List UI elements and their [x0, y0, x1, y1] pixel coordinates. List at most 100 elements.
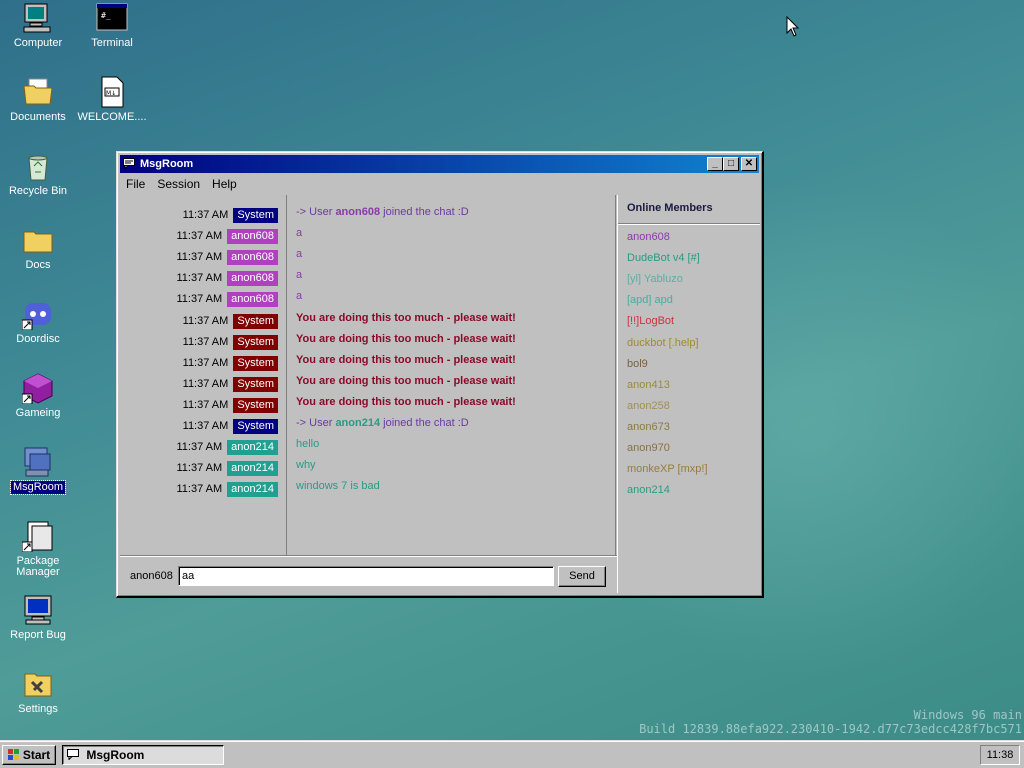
user-badge[interactable]: anon214	[227, 482, 278, 498]
menu-file[interactable]: File	[120, 175, 151, 193]
timestamp-column: 11:37 AM System 11:37 AM anon608 11:37 AM ano…	[120, 195, 287, 555]
message-row: You are doing this too much - please wai…	[296, 395, 516, 408]
user-badge[interactable]: System	[233, 376, 278, 392]
message-input[interactable]	[178, 566, 554, 586]
msgroom-window[interactable]: MsgRoom _ □ ✕ File Session Help 11:37 AM…	[116, 151, 764, 598]
chat-icon	[67, 749, 79, 761]
user-badge[interactable]: anon608	[227, 292, 278, 308]
menu-bar: File Session Help	[120, 175, 759, 193]
member-item[interactable]: anon413	[627, 379, 670, 391]
member-item[interactable]: DudeBot v4 [#]	[627, 252, 700, 264]
message-log[interactable]: -> User anon608 joined the chat :D a a a a Yo…	[288, 195, 616, 555]
log-meta-row: 11:37 AM anon214	[176, 437, 278, 458]
message-timestamp: 11:37 AM	[182, 335, 229, 348]
desktop-icon-label: Recycle Bin	[8, 185, 68, 197]
member-item[interactable]: monkeXP [mxp!]	[627, 463, 708, 475]
desktop-icon-label: Package Manager	[16, 555, 60, 578]
windows-logo-icon	[7, 749, 19, 760]
member-item[interactable]: [yl] Yabluzo	[627, 273, 683, 285]
start-button[interactable]: Start	[2, 745, 56, 765]
desktop-icon-welcome[interactable]: M↓ WELCOME....	[74, 76, 150, 124]
message-timestamp: 11:37 AM	[182, 314, 229, 327]
desktop-icon-package-manager[interactable]: Package Manager	[0, 520, 76, 579]
log-meta-row: 11:37 AM System	[183, 395, 278, 416]
user-badge[interactable]: System	[233, 419, 278, 434]
member-item[interactable]: duckbot [.help]	[627, 337, 699, 349]
user-badge[interactable]: System	[233, 334, 278, 350]
desktop-icon-label: Documents	[10, 111, 66, 123]
desktop-icon-doordisc[interactable]: Doordisc	[0, 298, 76, 346]
message-row: -> User anon608 joined the chat :D	[296, 206, 469, 218]
user-badge[interactable]: System	[233, 355, 278, 371]
log-meta-row: 11:37 AM anon214	[177, 479, 278, 500]
nickname-label[interactable]: anon608	[130, 570, 173, 582]
desktop-icon-report-bug[interactable]: Report Bug	[0, 594, 76, 642]
watermark-line-2: Build 12839.88efa922.230410-1942.d77c73e…	[639, 722, 1022, 736]
message-row: why	[296, 459, 316, 472]
desktop-icon-label: Report Bug	[10, 629, 66, 641]
desktop-icon-settings[interactable]: Settings	[0, 668, 76, 716]
window-controls: _ □ ✕	[707, 157, 757, 171]
desktop-icon-label: Gameing	[15, 407, 61, 419]
message-timestamp: 11:37 AM	[182, 356, 229, 369]
window-titlebar[interactable]: MsgRoom _ □ ✕	[120, 155, 759, 173]
menu-session[interactable]: Session	[151, 175, 206, 193]
recycle-bin-icon	[22, 150, 54, 182]
gameing-icon	[21, 372, 54, 405]
message-timestamp: 11:37 AM	[176, 441, 223, 454]
svg-text:M↓: M↓	[106, 90, 116, 97]
desktop-icon-computer[interactable]: Computer	[0, 2, 76, 50]
user-badge[interactable]: anon608	[227, 229, 278, 245]
user-badge[interactable]: System	[233, 208, 278, 223]
desktop-icon-label: Doordisc	[16, 333, 60, 345]
member-item[interactable]: anon258	[627, 400, 670, 412]
chat-icon	[123, 158, 135, 169]
user-badge[interactable]: anon214	[227, 440, 278, 456]
user-badge[interactable]: anon608	[227, 250, 278, 266]
message-row: a	[296, 227, 303, 240]
user-badge[interactable]: anon608	[227, 271, 278, 287]
member-item[interactable]: anon673	[627, 421, 670, 433]
desktop-icon-recycle-bin[interactable]: Recycle Bin	[0, 150, 76, 198]
desktop-icon-label: Computer	[13, 37, 63, 49]
desktop-icon-terminal[interactable]: #_ Terminal	[74, 2, 150, 50]
taskbar-msgroom-button[interactable]: MsgRoom	[62, 745, 224, 765]
member-item[interactable]: anon608	[627, 231, 670, 243]
desktop-icon-docs[interactable]: Docs	[0, 224, 76, 272]
maximize-icon: □	[727, 158, 735, 169]
desktop-icon-label: Terminal	[91, 37, 133, 49]
system-clock[interactable]: 11:38	[980, 745, 1020, 765]
log-meta-row: 11:37 AM anon608	[176, 247, 278, 268]
log-meta-row: 11:37 AM anon608	[177, 226, 278, 247]
message-row: You are doing this too much - please wai…	[296, 374, 516, 387]
message-row: You are doing this too much - please wai…	[296, 353, 516, 366]
message-row: -> User anon214 joined the chat :D	[296, 417, 469, 429]
desktop-icon-documents[interactable]: Documents	[0, 76, 76, 124]
member-item[interactable]: anon214	[627, 484, 670, 496]
log-meta-row: 11:37 AM System	[183, 374, 278, 395]
joined-username: anon214	[335, 417, 381, 429]
user-badge[interactable]: System	[233, 313, 278, 329]
window-title: MsgRoom	[140, 158, 194, 170]
message-timestamp: 11:37 AM	[176, 251, 223, 264]
close-button[interactable]: ✕	[741, 157, 757, 171]
log-meta-row: 11:37 AM System	[183, 205, 278, 226]
member-item[interactable]: [apd] apd	[627, 294, 673, 306]
message-row: You are doing this too much - please wai…	[296, 311, 516, 324]
desktop-icon-gameing[interactable]: Gameing	[0, 372, 76, 420]
joined-username: anon608	[335, 206, 381, 218]
send-button[interactable]: Send	[558, 566, 606, 587]
mouse-cursor-icon	[786, 16, 800, 37]
user-badge[interactable]: System	[233, 397, 278, 413]
close-icon: ✕	[744, 158, 754, 169]
menu-help[interactable]: Help	[206, 175, 243, 193]
user-badge[interactable]: anon214	[227, 461, 278, 477]
desktop-icon-msgroom[interactable]: MsgRoom	[0, 446, 76, 495]
minimize-button[interactable]: _	[707, 157, 723, 171]
maximize-button[interactable]: □	[723, 157, 739, 171]
member-item[interactable]: bol9	[627, 358, 648, 370]
members-title: Online Members	[627, 202, 713, 214]
member-item[interactable]: [!!]LogBot	[627, 315, 674, 327]
member-item[interactable]: anon970	[627, 442, 670, 454]
message-timestamp: 11:37 AM	[182, 377, 229, 390]
